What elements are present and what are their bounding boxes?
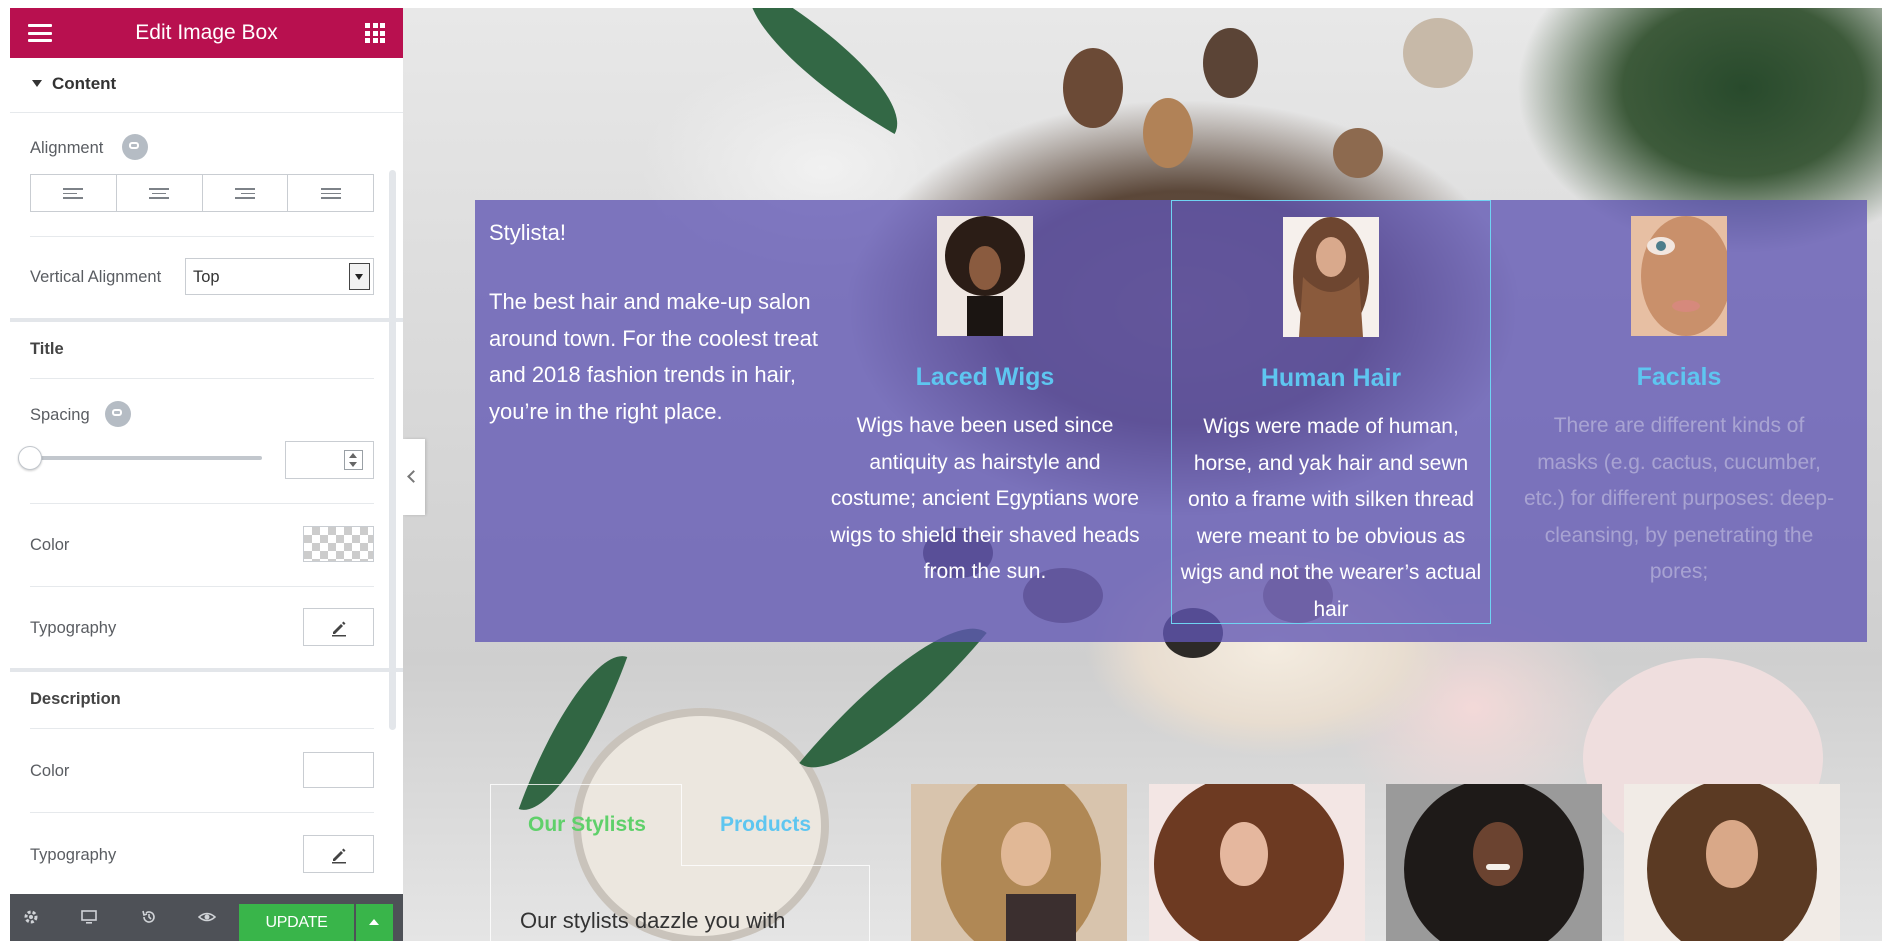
intro-heading: Stylista! bbox=[489, 220, 567, 245]
spacing-label: Spacing bbox=[30, 406, 90, 424]
description-typography-edit-button[interactable] bbox=[303, 835, 374, 873]
spacing-slider-handle[interactable] bbox=[18, 446, 42, 470]
background-decoration bbox=[1143, 98, 1193, 168]
image-box-description: Wigs have been used since antiquity as h… bbox=[830, 414, 1140, 583]
responsive-icon[interactable] bbox=[122, 134, 148, 160]
section-divider bbox=[10, 318, 403, 322]
vertical-alignment-value: Top bbox=[193, 268, 220, 286]
background-decoration bbox=[1203, 28, 1258, 98]
divider bbox=[30, 378, 374, 379]
intro-text: The best hair and make-up salon around t… bbox=[489, 289, 818, 424]
stylist-photo-3 bbox=[1386, 784, 1602, 941]
divider bbox=[30, 236, 374, 237]
content-section-label: Content bbox=[52, 74, 117, 93]
image-box-description: There are different kinds of masks (e.g.… bbox=[1523, 414, 1835, 583]
description-typography-label: Typography bbox=[30, 846, 117, 864]
eye-icon[interactable] bbox=[198, 908, 216, 926]
responsive-icon[interactable] bbox=[105, 401, 131, 427]
panel-title: Edit Image Box bbox=[135, 21, 278, 44]
align-center-button[interactable] bbox=[117, 175, 203, 211]
grid-icon[interactable] bbox=[365, 23, 385, 43]
description-color-label: Color bbox=[30, 762, 70, 780]
stylist-photo-1 bbox=[911, 784, 1127, 941]
panel-footer: UPDATE bbox=[10, 894, 403, 941]
image-box-title: Laced Wigs bbox=[915, 363, 1055, 391]
tab-panel-border bbox=[490, 866, 491, 941]
section-divider bbox=[10, 668, 403, 672]
align-justify-icon bbox=[320, 188, 341, 202]
spacing-number-input[interactable] bbox=[285, 441, 374, 479]
services-section: Stylista! The best hair and make-up salo… bbox=[475, 200, 1867, 642]
align-center-icon bbox=[149, 188, 170, 202]
background-decoration bbox=[1333, 128, 1383, 178]
divider bbox=[30, 728, 374, 729]
description-section-heading: Description bbox=[30, 690, 121, 708]
title-typography-edit-button[interactable] bbox=[303, 608, 374, 646]
laced-wigs-image bbox=[937, 216, 1033, 336]
align-justify-button[interactable] bbox=[288, 175, 373, 211]
spacing-slider-track[interactable] bbox=[30, 456, 262, 460]
history-icon[interactable] bbox=[140, 908, 158, 926]
align-left-icon bbox=[63, 188, 84, 202]
image-box-facials[interactable]: Facials There are different kinds of mas… bbox=[1519, 200, 1839, 624]
title-color-label: Color bbox=[30, 536, 70, 554]
caret-down-icon bbox=[32, 80, 42, 87]
tabs-widget: Our Stylists Products Our stylists dazzl… bbox=[490, 784, 870, 941]
align-right-icon bbox=[234, 188, 255, 202]
content-section-toggle[interactable]: Content bbox=[10, 58, 403, 113]
desktop-icon[interactable] bbox=[80, 908, 98, 926]
facials-image bbox=[1631, 216, 1727, 336]
chevron-down-icon[interactable] bbox=[349, 263, 370, 290]
tab-products[interactable]: Products bbox=[720, 813, 811, 837]
page-preview: Stylista! The best hair and make-up salo… bbox=[403, 8, 1882, 941]
stylist-photo-2 bbox=[1149, 784, 1365, 941]
image-box-description: Wigs were made of human, horse, and yak … bbox=[1180, 415, 1482, 621]
title-color-picker[interactable] bbox=[303, 526, 374, 562]
image-box-title: Human Hair bbox=[1260, 364, 1402, 392]
align-right-button[interactable] bbox=[203, 175, 289, 211]
panel-scrollbar[interactable] bbox=[389, 170, 396, 730]
divider bbox=[30, 812, 374, 813]
stylist-photo-4 bbox=[1624, 784, 1840, 941]
pencil-icon bbox=[332, 621, 346, 637]
vertical-alignment-label: Vertical Alignment bbox=[30, 268, 162, 286]
divider bbox=[30, 586, 374, 587]
update-options-button[interactable] bbox=[356, 904, 393, 941]
gear-icon[interactable] bbox=[22, 908, 40, 926]
image-box-laced-wigs[interactable]: Laced Wigs Wigs have been used since ant… bbox=[825, 200, 1145, 624]
tabs-divider bbox=[682, 865, 870, 866]
background-decoration bbox=[721, 8, 925, 134]
vertical-alignment-select[interactable]: Top bbox=[185, 258, 374, 295]
update-button[interactable]: UPDATE bbox=[239, 904, 354, 941]
panel-header: Edit Image Box bbox=[10, 8, 403, 58]
title-typography-label: Typography bbox=[30, 619, 117, 637]
collapse-panel-button[interactable] bbox=[403, 439, 425, 515]
background-decoration bbox=[1403, 18, 1473, 88]
background-decoration bbox=[1063, 48, 1123, 128]
human-hair-image bbox=[1283, 217, 1379, 337]
stepper-icon[interactable] bbox=[344, 450, 363, 470]
alignment-label: Alignment bbox=[30, 139, 104, 157]
align-left-button[interactable] bbox=[31, 175, 117, 211]
pencil-icon bbox=[332, 848, 346, 864]
editor-panel: Edit Image Box Content Alignment Vertica… bbox=[0, 0, 403, 941]
alignment-control bbox=[30, 174, 374, 212]
tab-our-stylists[interactable]: Our Stylists bbox=[528, 813, 646, 837]
tab-panel-border bbox=[869, 866, 870, 941]
image-box-human-hair[interactable]: Human Hair Wigs were made of human, hors… bbox=[1171, 200, 1491, 624]
title-section-heading: Title bbox=[30, 340, 64, 358]
image-box-title: Facials bbox=[1636, 363, 1722, 391]
tab-content-text: Our stylists dazzle you with bbox=[520, 908, 786, 933]
description-color-picker[interactable] bbox=[303, 752, 374, 788]
divider bbox=[30, 503, 374, 504]
